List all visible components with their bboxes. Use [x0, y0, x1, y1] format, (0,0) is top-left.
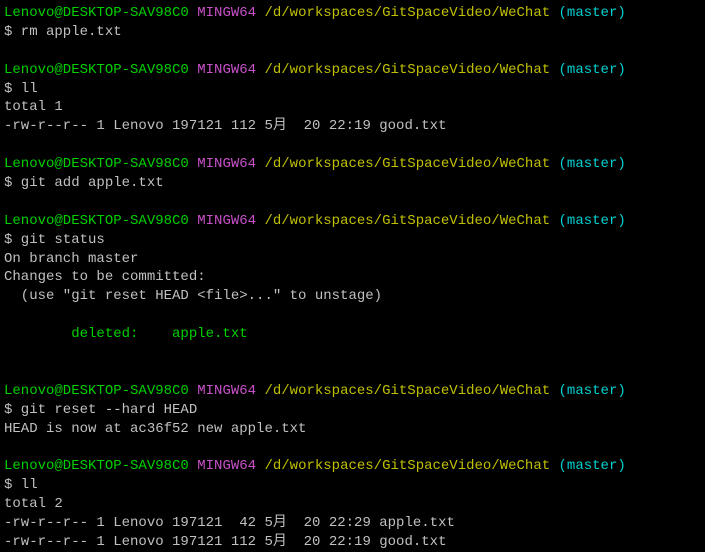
output-line: -rw-r--r-- 1 Lenovo 197121 112 5月 20 22:…: [4, 117, 705, 136]
user-host: Lenovo@DESKTOP-SAV98C0: [4, 156, 189, 172]
output-line: -rw-r--r-- 1 Lenovo 197121 112 5月 20 22:…: [4, 533, 705, 552]
command-line: $ git add apple.txt: [4, 174, 705, 193]
user-host: Lenovo@DESKTOP-SAV98C0: [4, 383, 189, 399]
mingw-label: MINGW64: [197, 458, 256, 474]
mingw-label: MINGW64: [197, 383, 256, 399]
output-line: HEAD is now at ac36f52 new apple.txt: [4, 420, 705, 439]
output-line: total 1: [4, 98, 705, 117]
mingw-label: MINGW64: [197, 62, 256, 78]
cwd-path: /d/workspaces/GitSpaceVideo/WeChat: [264, 458, 550, 474]
command-line: $ ll: [4, 476, 705, 495]
prompt-line: Lenovo@DESKTOP-SAV98C0 MINGW64 /d/worksp…: [4, 382, 705, 401]
command-line: $ git status: [4, 231, 705, 250]
git-branch: (master): [559, 5, 626, 21]
mingw-label: MINGW64: [197, 213, 256, 229]
prompt-line: Lenovo@DESKTOP-SAV98C0 MINGW64 /d/worksp…: [4, 155, 705, 174]
mingw-label: MINGW64: [197, 5, 256, 21]
output-line: (use "git reset HEAD <file>..." to unsta…: [4, 287, 705, 306]
user-host: Lenovo@DESKTOP-SAV98C0: [4, 213, 189, 229]
cwd-path: /d/workspaces/GitSpaceVideo/WeChat: [264, 156, 550, 172]
output-line: On branch master: [4, 250, 705, 269]
prompt-line: Lenovo@DESKTOP-SAV98C0 MINGW64 /d/worksp…: [4, 212, 705, 231]
command-line: $ git reset --hard HEAD: [4, 401, 705, 420]
user-host: Lenovo@DESKTOP-SAV98C0: [4, 62, 189, 78]
output-line: -rw-r--r-- 1 Lenovo 197121 42 5月 20 22:2…: [4, 514, 705, 533]
output-line: Changes to be committed:: [4, 268, 705, 287]
cwd-path: /d/workspaces/GitSpaceVideo/WeChat: [264, 213, 550, 229]
git-branch: (master): [559, 156, 626, 172]
output-line: total 2: [4, 495, 705, 514]
terminal-output: Lenovo@DESKTOP-SAV98C0 MINGW64 /d/worksp…: [4, 4, 705, 552]
git-branch: (master): [559, 213, 626, 229]
prompt-line: Lenovo@DESKTOP-SAV98C0 MINGW64 /d/worksp…: [4, 4, 705, 23]
deleted-line: deleted: apple.txt: [4, 325, 705, 344]
git-branch: (master): [559, 383, 626, 399]
cwd-path: /d/workspaces/GitSpaceVideo/WeChat: [264, 5, 550, 21]
command-line: $ rm apple.txt: [4, 23, 705, 42]
prompt-line: Lenovo@DESKTOP-SAV98C0 MINGW64 /d/worksp…: [4, 61, 705, 80]
user-host: Lenovo@DESKTOP-SAV98C0: [4, 5, 189, 21]
command-line: $ ll: [4, 80, 705, 99]
cwd-path: /d/workspaces/GitSpaceVideo/WeChat: [264, 62, 550, 78]
cwd-path: /d/workspaces/GitSpaceVideo/WeChat: [264, 383, 550, 399]
git-branch: (master): [559, 458, 626, 474]
git-branch: (master): [559, 62, 626, 78]
mingw-label: MINGW64: [197, 156, 256, 172]
prompt-line: Lenovo@DESKTOP-SAV98C0 MINGW64 /d/worksp…: [4, 457, 705, 476]
user-host: Lenovo@DESKTOP-SAV98C0: [4, 458, 189, 474]
